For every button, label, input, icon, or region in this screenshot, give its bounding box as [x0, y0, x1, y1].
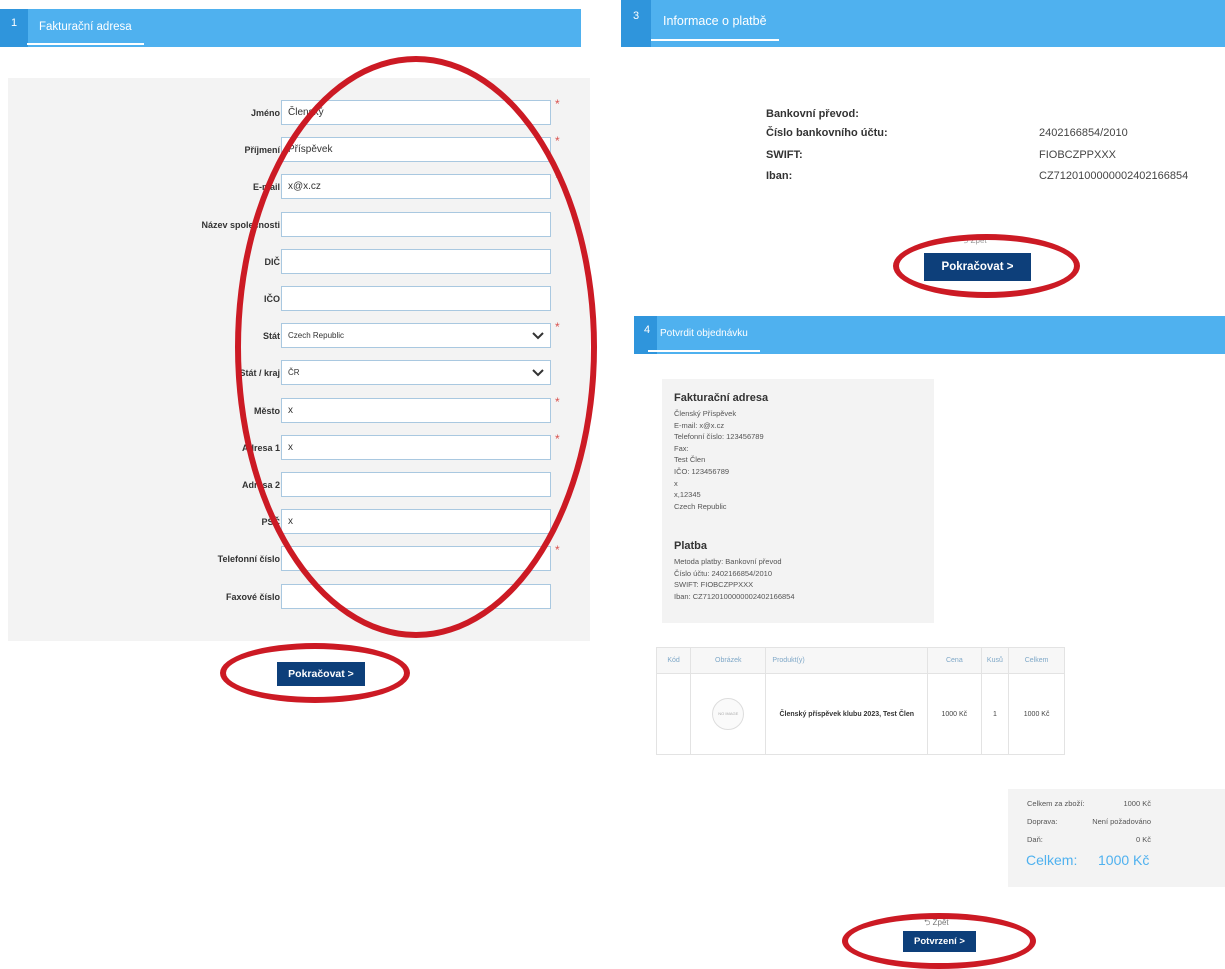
- totals-value: 0 Kč: [1135, 835, 1151, 844]
- summary-line: Členský Příspěvek: [674, 409, 737, 418]
- col-header-image: Obrázek: [690, 647, 767, 674]
- field-label: Příjmení: [244, 145, 280, 155]
- cell-code: [655, 673, 692, 755]
- summary-line: SWIFT: FIOBCZPPXXX: [674, 580, 754, 590]
- totals-value: Není požadováno: [1092, 817, 1151, 826]
- annotation-ellipse-confirm: [842, 913, 1036, 969]
- payment-row-value: CZ7120100000002402166854: [1039, 170, 1189, 182]
- payment-row-label: SWIFT:: [766, 149, 803, 161]
- summary-line: IČO: 123456789: [674, 466, 730, 476]
- summary-line: Iban: CZ7120100000002402166854: [674, 591, 795, 601]
- step3-title[interactable]: Informace o platbě: [651, 0, 779, 41]
- summary-line: Czech Republic: [674, 501, 727, 511]
- grand-total-value: 1000 Kč: [1098, 852, 1150, 868]
- field-label: Faxové číslo: [225, 592, 280, 602]
- col-header-code: Kód: [655, 647, 692, 674]
- summary-line: Metoda platby: Bankovní převod: [674, 557, 782, 566]
- summary-line: Telefonní číslo: 123456789: [674, 432, 764, 442]
- required-asterisk: *: [555, 134, 560, 148]
- cell-total: 1000 Kč: [1008, 673, 1065, 755]
- cell-image: NO IMAGE: [690, 673, 767, 755]
- step1-title[interactable]: Fakturační adresa: [27, 9, 144, 45]
- step1-header: 1 Fakturační adresa: [0, 9, 581, 47]
- cell-qty: 1: [980, 673, 1010, 755]
- required-asterisk: *: [555, 97, 560, 111]
- no-image-text: NO IMAGE: [718, 711, 739, 716]
- summary-line: x: [674, 478, 678, 488]
- order-items-table: Kód Obrázek Produkt(y) Cena Kusů Celkem …: [655, 647, 1065, 755]
- step4-title[interactable]: Potvrdit objednávku: [648, 316, 760, 352]
- grand-total-label: Celkem:: [1026, 852, 1078, 868]
- cell-product[interactable]: Členský příspěvek klubu 2023, Test Člen: [765, 673, 929, 755]
- table-header-row: Kód Obrázek Produkt(y) Cena Kusů Celkem: [655, 647, 1065, 674]
- summary-payment-heading: Platba: [674, 540, 708, 552]
- summary-line: x,12345: [674, 490, 701, 500]
- summary-line: Fax:: [674, 443, 689, 453]
- payment-row-label: Iban:: [766, 170, 793, 182]
- totals-label: Celkem za zboží:: [1027, 799, 1085, 808]
- summary-line: Test Člen: [674, 455, 706, 465]
- step4-header: 4 Potvrdit objednávku: [634, 316, 1225, 354]
- col-header-qty: Kusů: [980, 647, 1010, 674]
- step3-number: 3: [621, 0, 651, 47]
- totals-label: Doprava:: [1027, 817, 1058, 826]
- col-header-product: Produkt(y): [765, 647, 929, 674]
- col-header-total: Celkem: [1008, 647, 1065, 674]
- annotation-ellipse-step3-continue: [893, 234, 1080, 298]
- cell-price: 1000 Kč: [927, 673, 982, 755]
- totals-value: 1000 Kč: [1123, 799, 1151, 808]
- field-label: Jméno: [250, 108, 280, 118]
- summary-line: E-mail: x@x.cz: [674, 420, 725, 430]
- table-row: NO IMAGE Členský příspěvek klubu 2023, T…: [655, 673, 1065, 755]
- payment-row-label: Bankovní převod:: [766, 108, 859, 120]
- summary-billing-lines: Členský Příspěvek E-mail: x@x.cz Telefonní…: [674, 408, 764, 512]
- summary-payment-lines: Metoda platby: Bankovní převod Číslo účtu…: [674, 556, 795, 602]
- summary-billing-heading: Fakturační adresa: [674, 392, 769, 404]
- order-summary-card: Fakturační adresa Členský Příspěvek E-mai…: [662, 379, 934, 623]
- summary-line: Číslo účtu: 2402166854/2010: [674, 568, 772, 578]
- no-image-placeholder-icon: NO IMAGE: [712, 698, 745, 730]
- required-asterisk: *: [555, 543, 560, 557]
- annotation-ellipse-form: [235, 56, 597, 638]
- step3-header: 3 Informace o platbě: [621, 0, 1225, 47]
- annotation-ellipse-step1-continue: [220, 643, 410, 703]
- col-header-price: Cena: [927, 647, 982, 674]
- payment-row-label: Číslo bankovního účtu:: [766, 127, 888, 139]
- step1-number: 1: [0, 9, 28, 47]
- totals-label: Daň:: [1027, 835, 1043, 844]
- field-label: Telefonní číslo: [217, 554, 280, 564]
- payment-row-value: FIOBCZPPXXX: [1039, 149, 1117, 161]
- payment-row-value: 2402166854/2010: [1039, 127, 1128, 139]
- totals-card: Celkem za zboží: 1000 Kč Doprava: Není p…: [1008, 789, 1225, 887]
